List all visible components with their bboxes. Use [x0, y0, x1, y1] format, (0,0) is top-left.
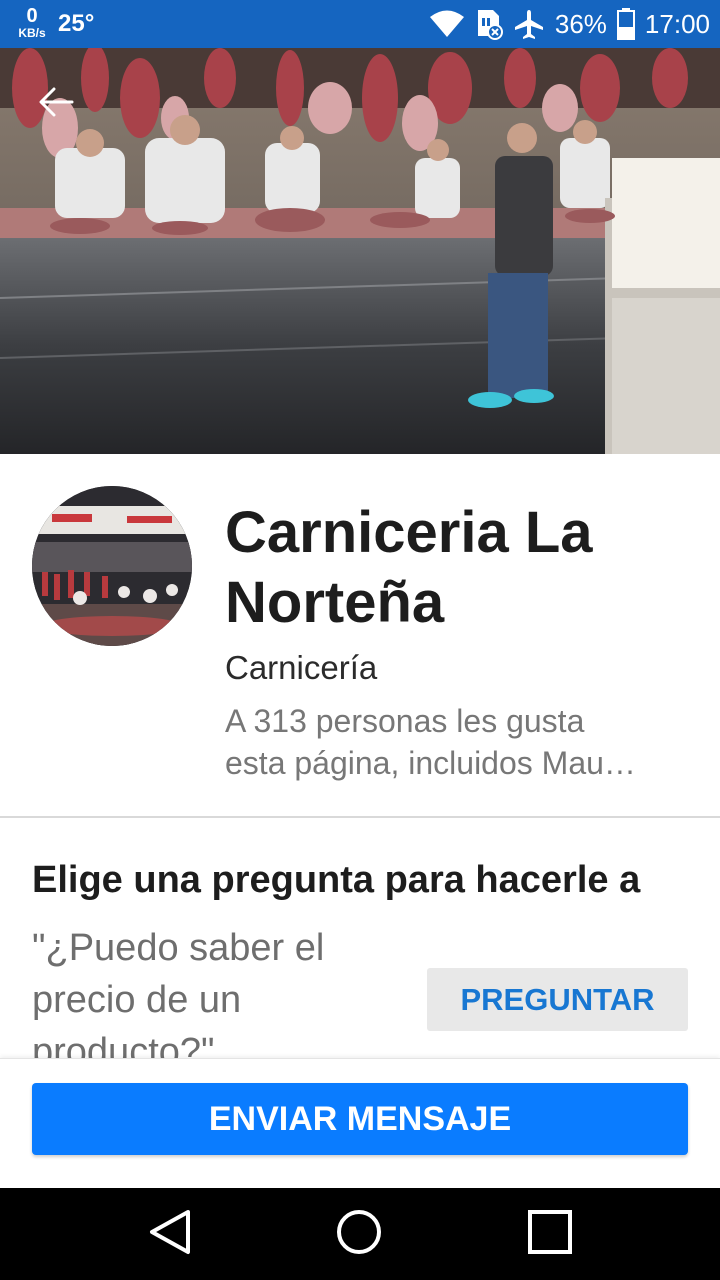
likes-summary[interactable]: A 313 personas les gusta esta página, in…: [225, 700, 695, 784]
nav-home-button[interactable]: [329, 1206, 389, 1262]
cover-photo: [0, 48, 720, 454]
question-heading: Elige una pregunta para hacerle a: [32, 859, 641, 901]
back-button[interactable]: [30, 82, 82, 126]
wifi-icon: [429, 10, 465, 38]
ask-button[interactable]: PREGUNTAR: [427, 968, 688, 1031]
back-arrow-icon: [38, 87, 74, 122]
network-speed-unit: KB/s: [18, 26, 46, 40]
send-message-button[interactable]: ENVIAR MENSAJE: [32, 1083, 688, 1155]
sim-blocked-icon: [475, 8, 503, 40]
status-bar: 0 KB/s 25° 36% 17:00: [0, 0, 720, 48]
question-section: Elige una pregunta para hacerle a "¿Pued…: [0, 818, 720, 1058]
airplane-icon: [513, 8, 545, 40]
bottom-action-bar: ENVIAR MENSAJE: [0, 1058, 720, 1189]
suggested-question: "¿Puedo saber el precio de un producto?": [32, 927, 325, 1058]
clock: 17:00: [644, 8, 710, 39]
page-category[interactable]: Carnicería: [225, 646, 695, 682]
network-speed: 0 KB/s: [14, 6, 50, 39]
likes-summary-line-2: esta página, incluidos Mau…: [225, 745, 636, 781]
battery-percent: 36%: [554, 8, 607, 39]
nav-recents-button[interactable]: [520, 1206, 580, 1262]
network-speed-value: 0: [26, 5, 38, 27]
circle-home-icon: [335, 1208, 383, 1261]
likes-summary-line-1: A 313 personas les gusta: [225, 703, 585, 739]
temperature: 25°: [58, 10, 95, 37]
profile-picture[interactable]: [32, 486, 192, 646]
square-recents-icon: [528, 1209, 572, 1259]
page-title: Carniceria La Norteña: [225, 500, 593, 635]
android-navigation-bar: [0, 1188, 720, 1280]
triangle-back-icon: [148, 1209, 192, 1260]
page-header: Carniceria La Norteña Carnicería A 313 p…: [0, 454, 720, 816]
battery-icon: [616, 8, 635, 40]
nav-back-button[interactable]: [140, 1206, 200, 1262]
